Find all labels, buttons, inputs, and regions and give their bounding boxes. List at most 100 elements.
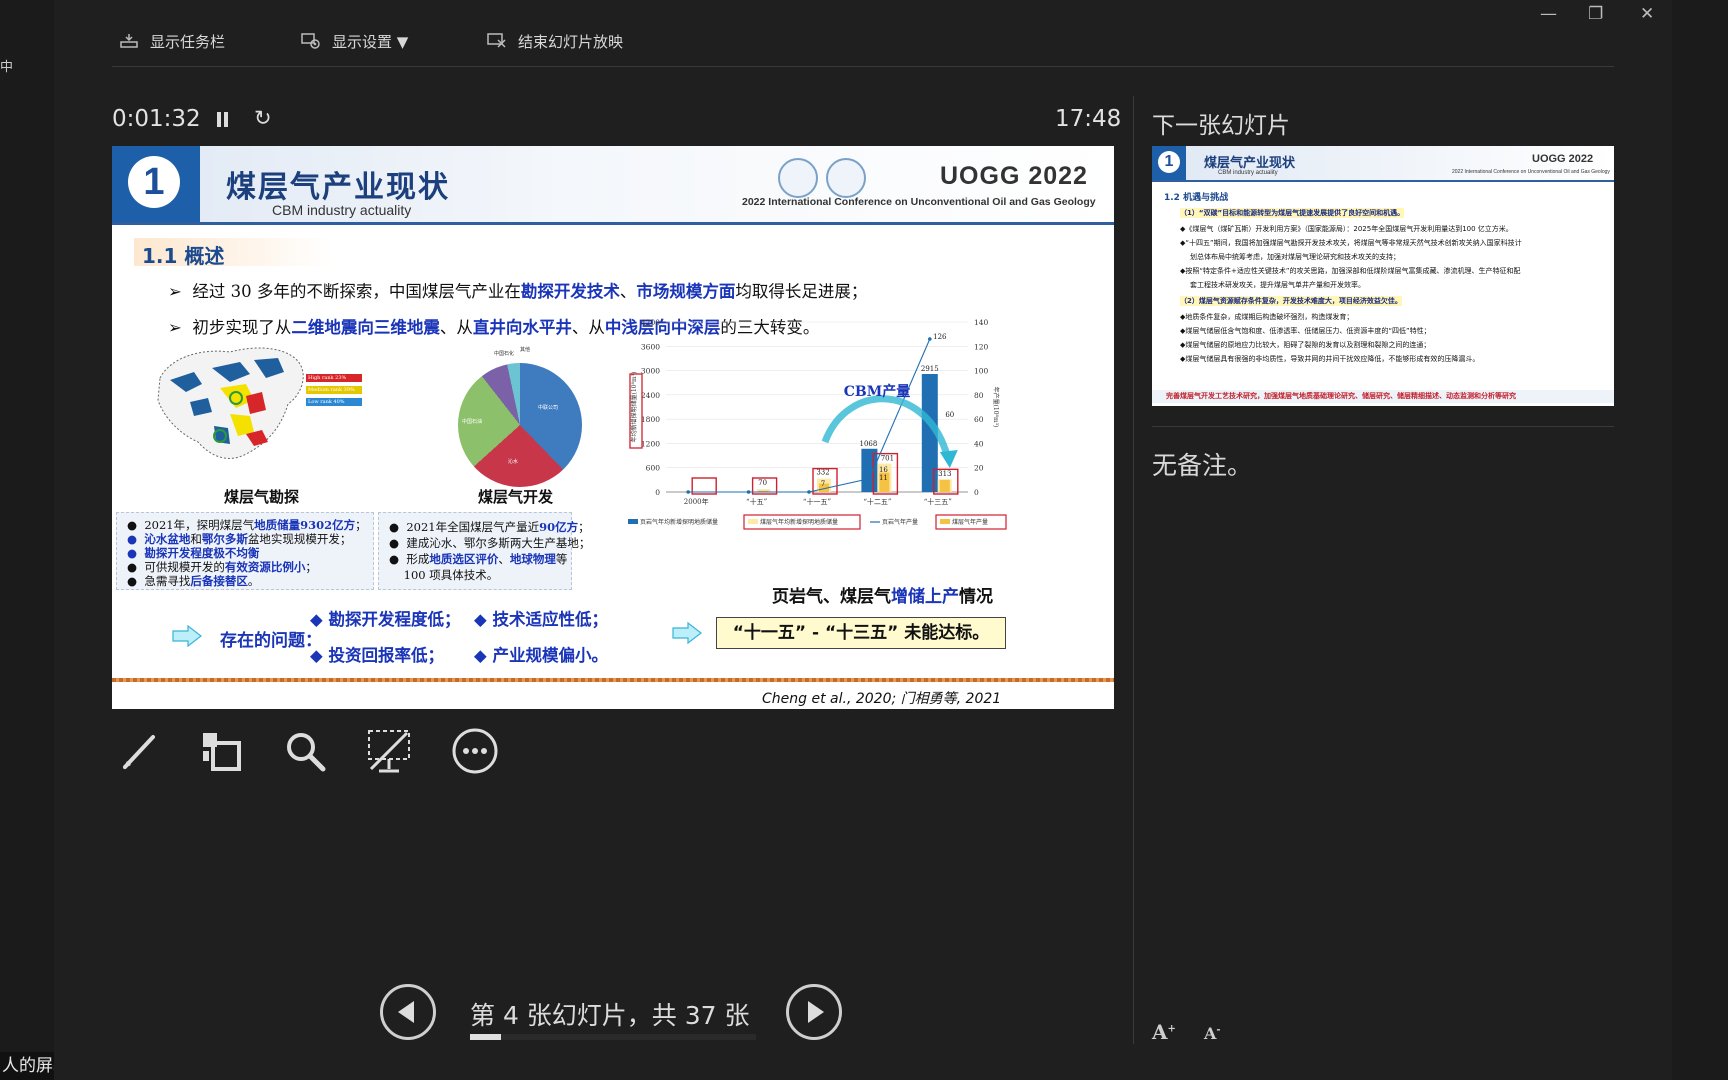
pie-caption: 煤层气开发: [478, 488, 554, 506]
header-rule: [112, 222, 1114, 225]
left-edge-glyph: 中: [0, 60, 14, 75]
toolbar-divider: [112, 66, 1614, 67]
problems-label: 存在的问题：: [220, 631, 322, 651]
thumb-row: 套工程技术研发攻关，提升煤层气单井产量和开发效率。: [1190, 281, 1365, 289]
data-label: 16: [879, 466, 888, 474]
x-tick-label: “十二五”: [863, 497, 892, 506]
citation: Cheng et al., 2020; 门相勇等, 2021: [762, 691, 1002, 707]
bullet-progress: ➢ 经过 30 多年的不断探索，中国煤层气产业在勘探开发技术、市场规模方面均取得…: [168, 282, 868, 301]
section-heading: 1.1 概述: [134, 238, 334, 268]
thumb-row: （2）煤层气资源赋存条件复杂，开发技术难度大，项目经济效益欠佳。: [1180, 296, 1402, 306]
data-label: 126: [933, 333, 947, 341]
black-screen-button[interactable]: [364, 726, 414, 776]
x-tick-label: “十三五”: [924, 497, 953, 506]
data-label: 70: [758, 479, 767, 487]
display-settings-button[interactable]: 显示设置 ▼: [300, 26, 408, 56]
pie-label-cucbm: 中联公司: [538, 405, 559, 411]
show-taskbar-label: 显示任务栏: [150, 32, 226, 51]
minimize-button[interactable]: —: [1540, 4, 1557, 24]
speaker-notes[interactable]: 无备注。: [1152, 446, 1252, 482]
thumb-title: 煤层气产业现状: [1204, 156, 1296, 171]
problem-item: ◆ 投资回报率低；: [310, 646, 444, 665]
thumb-brand: UOGG 2022: [1532, 153, 1594, 165]
data-label: 313: [938, 470, 951, 478]
slide-title: 煤层气产业现状: [226, 170, 450, 205]
line-shale-production: [688, 338, 931, 493]
legend-label: 煤层气年均新增探明地质储量: [760, 518, 838, 526]
zoom-button[interactable]: [280, 726, 330, 776]
slide-counter: 第 4 张幻灯片，共 37 张: [470, 1001, 750, 1030]
map-legend-medium: Medium rank 39%: [306, 386, 362, 394]
right-tick-label: 40: [974, 439, 984, 448]
cbm-exploration-map: [150, 338, 310, 466]
thumb-row: ◆《煤层气（煤矿瓦斯）开发利用方案》（国家能源局）：2025年全国煤层气开发利用…: [1180, 225, 1513, 233]
thumb-row: ◆“十四五”期间，我国将加强煤层气勘探开发技术攻关，将煤层气等非常规天然气技术创…: [1180, 239, 1522, 247]
right-axis-label: 年产量(10⁸m³): [992, 387, 1000, 428]
legend-swatch: [748, 519, 758, 524]
previous-slide-button[interactable]: [380, 984, 436, 1040]
close-button[interactable]: ✕: [1640, 4, 1654, 24]
end-slideshow-button[interactable]: 结束幻灯片放映: [486, 26, 623, 56]
data-label: 11: [879, 474, 888, 482]
university-logo-icon: [778, 158, 818, 198]
presenter-toolbar: 显示任务栏 显示设置 ▼ 结束幻灯片放映: [112, 26, 1612, 56]
right-tick-label: 60: [974, 415, 984, 424]
map-caption: 煤层气勘探: [224, 488, 300, 506]
reserves-production-chart: 0 0 600 20 1200 40 1800 60 2400 80 3000 100 3600 120 4…: [628, 318, 1007, 530]
data-label: 1068: [859, 440, 877, 448]
point-shale-production: [686, 490, 690, 494]
conclusion-arrow-icon: [672, 622, 702, 644]
bar-shale-reserves: [861, 448, 878, 492]
left-tick-label: 3600: [641, 342, 660, 351]
cbm-trend-arrowhead: [939, 450, 958, 468]
cbm-development-pie: [458, 363, 582, 487]
conclusion-box: “十一五” - “十三五” 未能达标。: [716, 617, 1006, 649]
pie-label-sinopec: 中国石化: [494, 351, 515, 357]
conference-name: 2022 International Conference on Unconve…: [742, 196, 1096, 208]
next-slide-button[interactable]: [786, 984, 842, 1040]
data-label: 7: [821, 480, 825, 488]
pen-tool-button[interactable]: [114, 726, 164, 776]
elapsed-timer: 0:01:32: [112, 106, 201, 132]
point-shale-production: [746, 490, 751, 494]
institute-logo-icon: [826, 158, 866, 198]
chart-annotation: CBM产量: [844, 383, 910, 400]
data-label: 2915: [921, 365, 939, 373]
problem-item: ◆ 技术适应性低；: [474, 610, 608, 629]
pane-divider[interactable]: [1133, 96, 1134, 1044]
restart-icon[interactable]: ↻: [254, 106, 272, 130]
screen-toggle-icon: [368, 730, 410, 773]
thumb-row: ◆地质条件复杂，成煤期后构造破坏强烈，构造煤发育；: [1180, 313, 1354, 321]
pause-icon[interactable]: [216, 110, 230, 128]
problem-item: ◆ 产业规模偏小。: [474, 646, 608, 665]
footer-rule: [112, 678, 1114, 682]
next-slide-thumbnail[interactable]: 1 煤层气产业现状 CBM industry actuality UOGG 20…: [1152, 146, 1614, 406]
decrease-font-button[interactable]: A-: [1204, 1024, 1221, 1043]
increase-font-button[interactable]: A+: [1152, 1020, 1176, 1044]
legend-label: 页岩气年均新增探明地质储量: [640, 518, 718, 526]
more-options-button[interactable]: [450, 726, 500, 776]
slide-progress-fill: [470, 1034, 501, 1040]
problem-item: ◆ 勘探开发程度低；: [310, 610, 461, 629]
point-shale-production: [807, 490, 811, 494]
legend-label: 页岩气年产量: [882, 518, 918, 526]
point-shale-production: [867, 476, 872, 481]
thumb-number-block: 1: [1152, 146, 1186, 180]
notes-divider: [1152, 426, 1614, 427]
pie-label-qinshui: 沁水: [508, 459, 519, 465]
thumb-conference: 2022 International Conference on Unconve…: [1452, 169, 1610, 175]
thumb-row: （1）“双碳”目标和能源转型为煤层气提速发展提供了良好空间和机遇。: [1180, 208, 1405, 218]
pie-label-other: 其他: [520, 347, 531, 353]
left-tick-label: 3000: [641, 367, 660, 376]
map-legend-low: Low rank 40%: [306, 398, 362, 406]
slide-number-badge: 1: [128, 156, 180, 208]
show-taskbar-button[interactable]: 显示任务栏: [118, 26, 225, 56]
left-tick-label: 4200: [641, 318, 660, 327]
development-facts-box: ● 2021年全国煤层气产量近90亿方； ● 建成沁水、鄂尔多斯两大生产基地； …: [378, 512, 590, 590]
current-slide[interactable]: 1 煤层气产业现状 CBM industry actuality UOGG 20…: [112, 146, 1114, 709]
restore-button[interactable]: ❐: [1588, 4, 1603, 24]
see-all-slides-button[interactable]: [196, 726, 246, 776]
more-icon: [452, 728, 498, 774]
left-axis-label: 年均新增探明储量(10⁸m³): [630, 372, 638, 443]
left-tick-label: 0: [655, 488, 660, 497]
